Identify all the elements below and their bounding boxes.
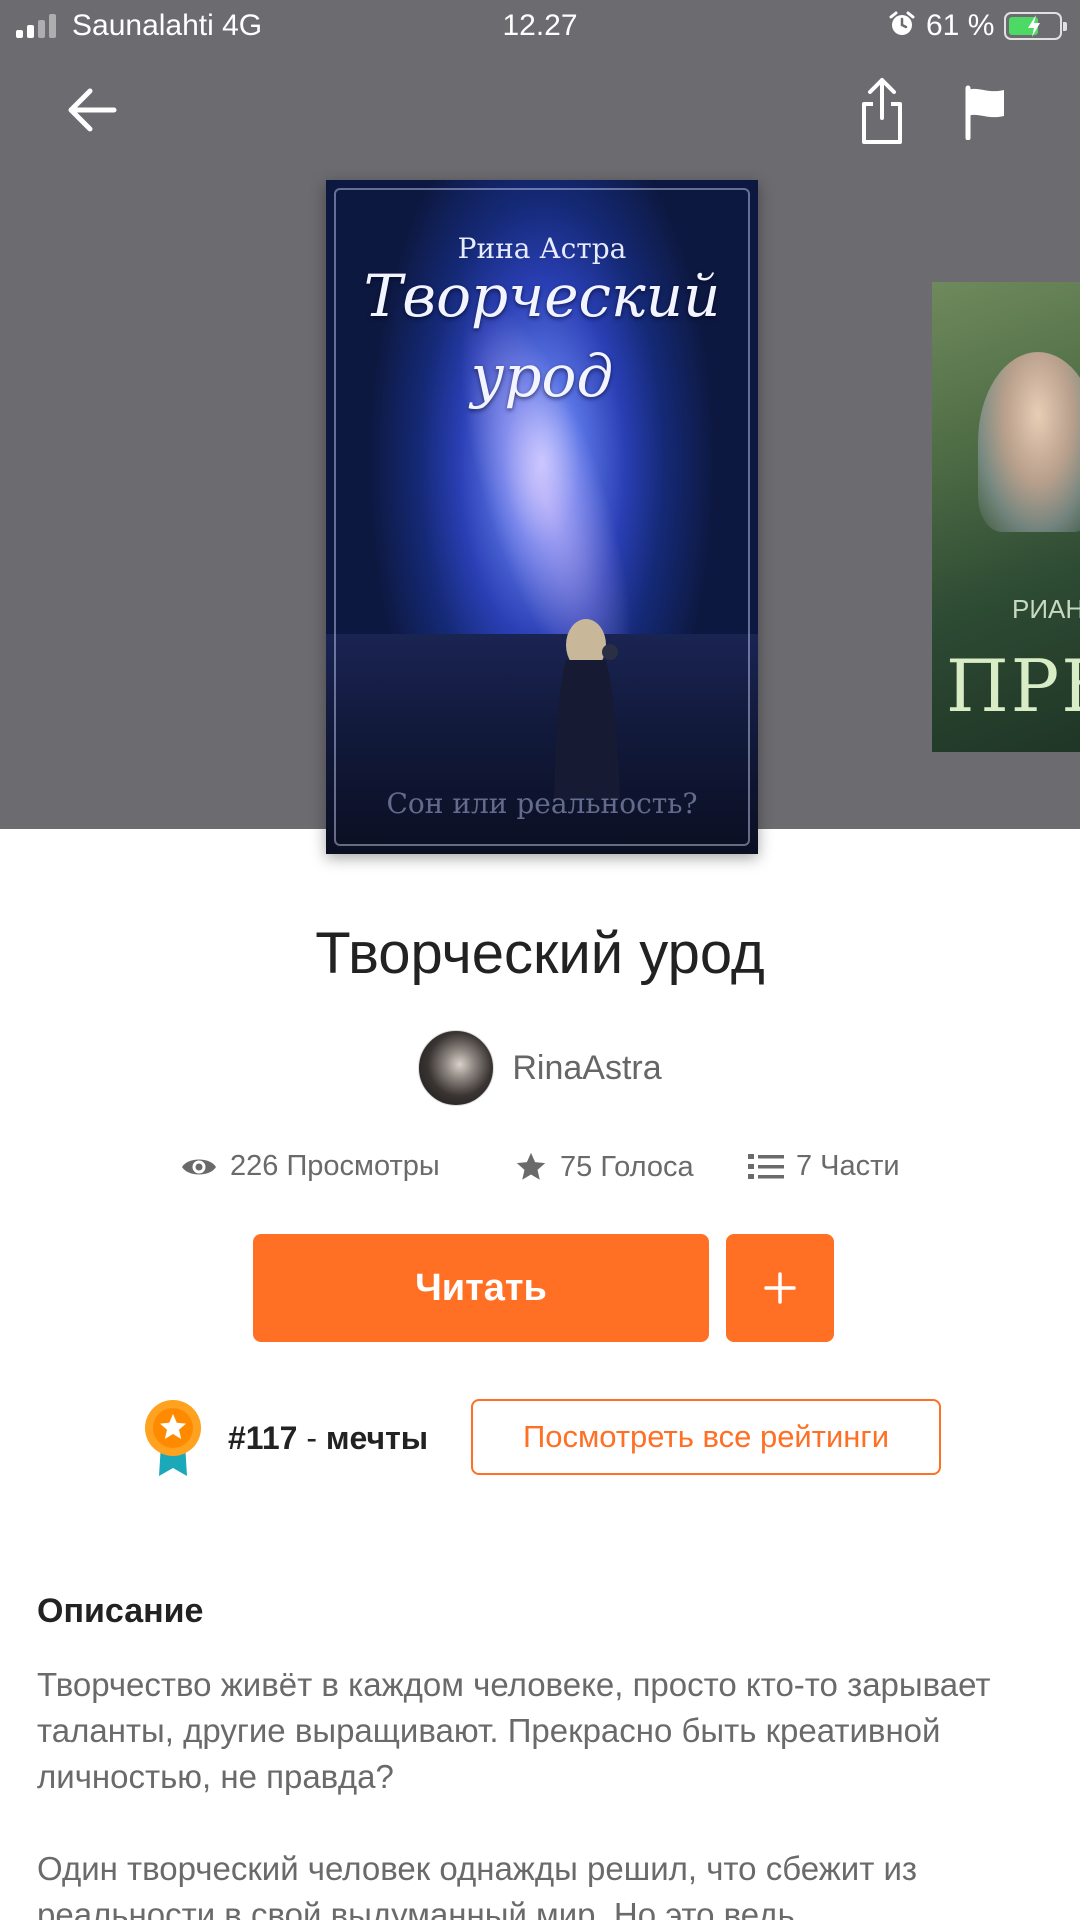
ranking-label: #117 - мечты (228, 1420, 428, 1457)
cover-tagline: Сон или реальность? (386, 787, 698, 820)
description-text: Творчество живёт в каждом человеке, прос… (37, 1662, 1047, 1920)
next-story-cover[interactable]: РИАНА ПРЕЙ (932, 282, 1080, 752)
star-icon (516, 1152, 546, 1180)
list-icon (748, 1153, 784, 1179)
author-link[interactable]: RinaAstra (0, 1030, 1080, 1106)
description-heading: Описание (37, 1592, 204, 1630)
parts-count: 7 Части (796, 1150, 900, 1182)
share-icon[interactable] (856, 76, 908, 146)
status-time: 12.27 (502, 9, 578, 42)
back-arrow-icon[interactable] (62, 80, 122, 140)
story-cover[interactable]: Рина Астра Творческий урод Сон или реаль… (326, 180, 758, 854)
cover-title: Творческий урод (326, 256, 758, 416)
stat-votes: 75 Голоса (514, 1150, 694, 1184)
author-name[interactable]: RinaAstra (512, 1049, 661, 1088)
read-button[interactable]: Читать (253, 1234, 709, 1342)
ranking-separator: - (297, 1419, 326, 1456)
cover-title-line: Творческий (363, 262, 721, 330)
next-cover-title: ПРЕЙ (946, 644, 1080, 728)
description-paragraph: Творчество живёт в каждом человеке, прос… (37, 1666, 991, 1795)
status-bar: Saunalahti 4G 12.27 61 % (0, 0, 1080, 52)
alarm-icon (889, 11, 915, 35)
stat-parts: 7 Части (748, 1150, 900, 1183)
battery-percent: 61 % (926, 9, 995, 42)
views-count: 226 Просмотры (230, 1150, 440, 1182)
ranking-badge: #117 - мечты (142, 1400, 428, 1476)
stat-views: 226 Просмотры (180, 1150, 440, 1183)
medal-icon (145, 1400, 201, 1476)
eye-icon (182, 1159, 216, 1174)
next-cover-figure (978, 352, 1080, 532)
add-to-library-button[interactable] (726, 1234, 834, 1342)
story-stats: 226 Просмотры 75 Голоса 7 Части (0, 1150, 1080, 1190)
story-title: Творческий урод (315, 921, 765, 986)
plus-icon (764, 1272, 796, 1304)
report-flag-icon[interactable] (962, 84, 1010, 140)
ranking-number: #117 (228, 1419, 298, 1456)
view-all-rankings-button[interactable]: Посмотреть все рейтинги (471, 1399, 941, 1475)
ranking-tag: мечты (325, 1419, 429, 1456)
description-paragraph: Один творческий человек однажды решил, ч… (37, 1850, 918, 1920)
next-cover-author: РИАНА (1012, 594, 1080, 624)
battery-icon (1004, 12, 1067, 40)
votes-count: 75 Голоса (560, 1150, 694, 1183)
cover-title-line: урод (470, 342, 614, 410)
author-avatar[interactable] (418, 1030, 495, 1106)
